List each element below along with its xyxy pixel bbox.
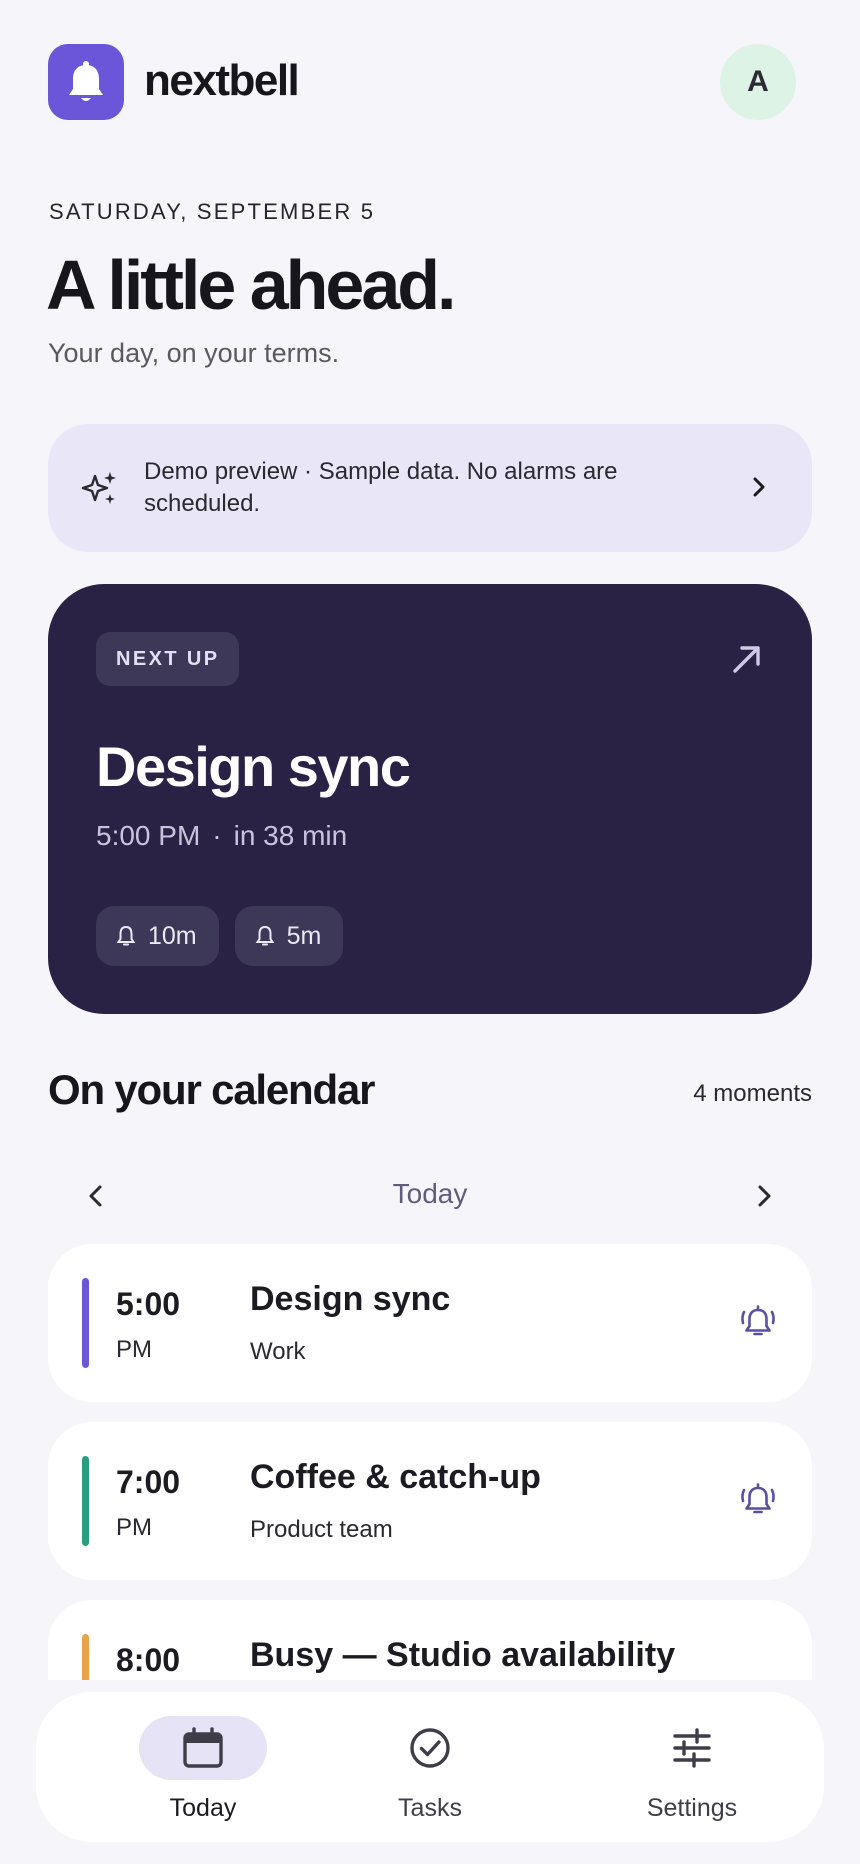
app-logo: [48, 44, 124, 120]
next-up-clock-time: 5:00 PM: [96, 820, 201, 851]
nav-tab-label: Today: [169, 1794, 237, 1822]
next-up-badge: NEXT UP: [96, 632, 240, 686]
page-title: A little ahead.: [46, 246, 457, 324]
next-day-button[interactable]: [744, 1176, 784, 1216]
sparkles-icon: [81, 472, 116, 504]
check-circle-icon: [410, 1728, 450, 1768]
tab-icon-container: [628, 1716, 756, 1780]
calendar-icon: [183, 1727, 223, 1768]
reminder-chip[interactable]: 5m: [234, 906, 344, 966]
reminder-chip[interactable]: 10m: [96, 906, 219, 966]
open-arrow-icon[interactable]: [730, 642, 764, 676]
event-color-bar: [82, 1634, 89, 1680]
next-up-title: Design sync: [96, 735, 411, 798]
event-calendar-name: Product team: [250, 1516, 393, 1543]
avatar[interactable]: A: [720, 44, 796, 120]
date-label: SATURDAY, SEPTEMBER 5: [49, 199, 376, 224]
brand-name: nextbell: [144, 56, 300, 105]
chevron-right-icon: [753, 477, 765, 497]
alarm-ringing-icon[interactable]: [738, 1302, 778, 1342]
event-title: Coffee & catch-up: [250, 1458, 541, 1496]
bell-icon: [255, 925, 275, 946]
day-navigator: Today: [48, 1168, 812, 1224]
event-color-bar: [82, 1456, 89, 1546]
event-row[interactable]: 8:00 Busy — Studio availability: [48, 1600, 812, 1680]
event-row[interactable]: 7:00 PM Coffee & catch-up Product team: [48, 1422, 812, 1580]
event-ampm: PM: [116, 1336, 152, 1363]
event-title: Busy — Studio availability: [250, 1636, 676, 1674]
nav-tab-tasks[interactable]: Tasks: [330, 1692, 530, 1842]
next-up-relative-time: in 38 min: [233, 820, 348, 851]
nav-tab-settings[interactable]: Settings: [592, 1692, 792, 1842]
bell-icon: [116, 925, 136, 946]
event-time: 8:00: [116, 1642, 181, 1678]
event-time: 7:00: [116, 1464, 181, 1500]
next-up-card[interactable]: NEXT UP Design sync 5:00 PM · in 38 min 10…: [48, 584, 812, 1014]
nav-tab-label: Tasks: [398, 1794, 462, 1822]
alarm-ringing-icon[interactable]: [738, 1480, 778, 1520]
reminder-chip-label: 5m: [286, 921, 322, 950]
event-title: Design sync: [250, 1280, 451, 1318]
chevron-right-icon: [758, 1185, 771, 1207]
app-header: nextbell A: [48, 44, 796, 120]
tab-icon-container: [366, 1716, 494, 1780]
nav-tab-today[interactable]: Today: [103, 1692, 303, 1842]
reminder-chips: 10m 5m: [96, 906, 344, 966]
event-row[interactable]: 5:00 PM Design sync Work: [48, 1244, 812, 1402]
separator-dot: ·: [212, 820, 222, 851]
calendar-event-list: 5:00 PM Design sync Work 7:00 PM Coffee …: [48, 1244, 812, 1680]
nav-tab-label: Settings: [646, 1794, 738, 1822]
bottom-navigation: Today Tasks Settings: [36, 1692, 824, 1842]
current-day-label[interactable]: Today: [48, 1178, 812, 1210]
bell-icon: [69, 61, 103, 101]
calendar-section-title: On your calendar: [48, 1066, 375, 1113]
page-subtitle: Your day, on your terms.: [48, 338, 340, 368]
reminder-chip-label: 10m: [148, 921, 197, 950]
moments-count: 4 moments: [693, 1080, 812, 1107]
sliders-icon: [673, 1728, 711, 1768]
demo-preview-banner[interactable]: Demo preview · Sample data. No alarms ar…: [48, 424, 812, 552]
active-tab-indicator: [139, 1716, 267, 1780]
next-up-time: 5:00 PM · in 38 min: [96, 820, 347, 852]
event-ampm: PM: [116, 1514, 152, 1541]
event-calendar-name: Work: [250, 1338, 306, 1365]
demo-preview-text: Demo preview · Sample data. No alarms ar…: [144, 458, 618, 517]
event-color-bar: [82, 1278, 89, 1368]
event-time: 5:00: [116, 1286, 181, 1322]
